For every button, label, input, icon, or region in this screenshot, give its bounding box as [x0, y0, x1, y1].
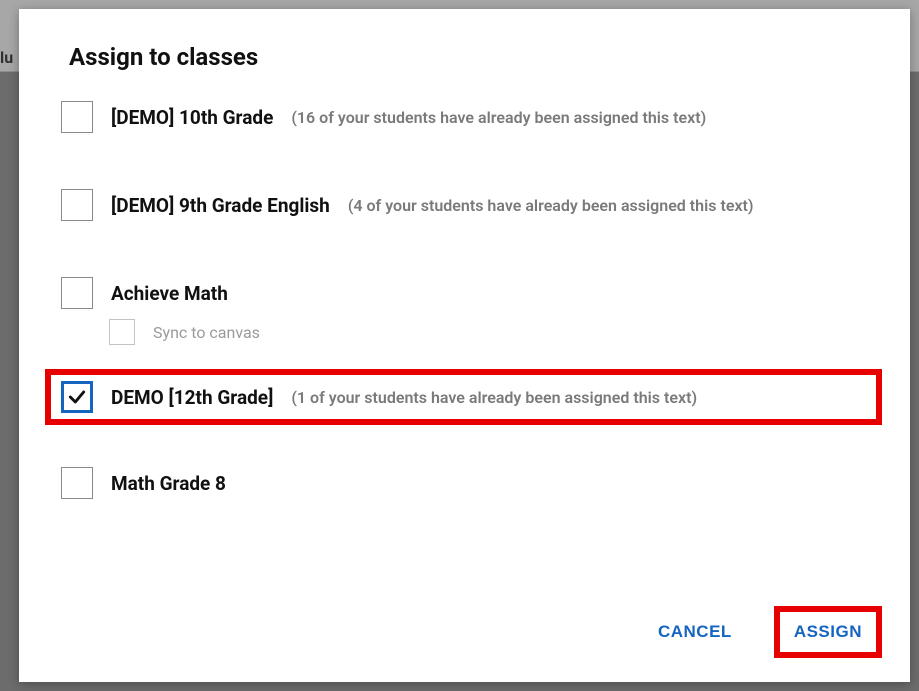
sync-label: Sync to canvas: [153, 323, 260, 342]
dialog-actions: CANCEL ASSIGN: [47, 606, 882, 658]
class-row-main: [DEMO] 10th Grade (16 of your students h…: [61, 101, 868, 133]
class-name: Math Grade 8: [111, 472, 226, 495]
class-row-10th: [DEMO] 10th Grade (16 of your students h…: [47, 95, 882, 139]
assign-dialog: Assign to classes [DEMO] 10th Grade (16 …: [19, 9, 910, 682]
class-list: [DEMO] 10th Grade (16 of your students h…: [47, 95, 882, 606]
class-name: DEMO [12th Grade]: [111, 386, 273, 409]
class-row-math8: Math Grade 8: [47, 461, 882, 505]
class-checkbox[interactable]: [61, 101, 93, 133]
assign-button[interactable]: ASSIGN: [774, 606, 882, 658]
class-row-main: Achieve Math: [61, 277, 868, 309]
sync-checkbox[interactable]: [109, 319, 135, 345]
checkmark-icon: [67, 387, 87, 407]
class-note: (1 of your students have already been as…: [291, 388, 697, 407]
class-row-main: [DEMO] 9th Grade English (4 of your stud…: [61, 189, 868, 221]
class-row-main: Math Grade 8: [61, 467, 868, 499]
class-row-12th: DEMO [12th Grade] (1 of your students ha…: [45, 369, 882, 425]
class-checkbox[interactable]: [61, 189, 93, 221]
class-row-9th: [DEMO] 9th Grade English (4 of your stud…: [47, 183, 882, 227]
class-note: (16 of your students have already been a…: [291, 108, 706, 127]
class-row-achieve: Achieve Math Sync to canvas: [47, 271, 882, 351]
class-checkbox[interactable]: [61, 381, 93, 413]
class-checkbox[interactable]: [61, 467, 93, 499]
class-checkbox[interactable]: [61, 277, 93, 309]
class-name: [DEMO] 9th Grade English: [111, 194, 330, 217]
class-name: Achieve Math: [111, 282, 228, 305]
class-note: (4 of your students have already been as…: [348, 196, 754, 215]
class-row-main: DEMO [12th Grade] (1 of your students ha…: [61, 381, 866, 413]
dialog-title: Assign to classes: [69, 43, 882, 71]
sync-row: Sync to canvas: [109, 319, 868, 345]
cancel-button[interactable]: CANCEL: [642, 610, 748, 654]
class-name: [DEMO] 10th Grade: [111, 106, 273, 129]
